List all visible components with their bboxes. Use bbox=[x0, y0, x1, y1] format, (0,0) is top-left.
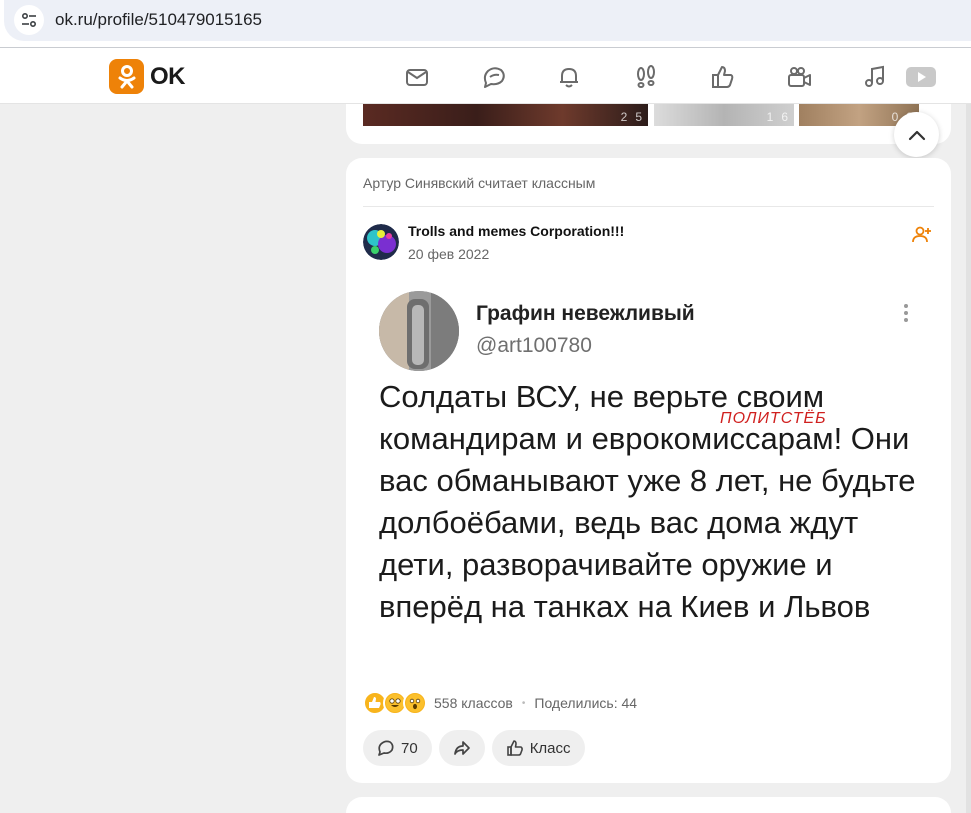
like-label: Класс bbox=[529, 739, 571, 757]
likes-count[interactable]: 558 классов bbox=[434, 695, 513, 711]
post-actions: 70 Класс bbox=[363, 730, 585, 766]
footprints-icon[interactable] bbox=[633, 64, 659, 90]
separator-dot: • bbox=[521, 697, 526, 709]
scroll-to-top-button[interactable] bbox=[894, 112, 939, 157]
reaction-emojis[interactable] bbox=[363, 691, 427, 715]
comment-count: 2 bbox=[620, 110, 628, 124]
comment-count: 1 bbox=[766, 110, 774, 124]
shares-count[interactable]: Поделились: 44 bbox=[534, 695, 637, 711]
activity-caption[interactable]: Артур Синявский считает классным bbox=[363, 175, 595, 191]
url-text[interactable]: ok.ru/profile/510479015165 bbox=[55, 10, 262, 30]
post-date[interactable]: 20 фев 2022 bbox=[408, 246, 489, 262]
share-icon bbox=[453, 741, 470, 755]
tweet-author-handle: @art100780 bbox=[476, 334, 592, 357]
share-button[interactable] bbox=[438, 730, 485, 766]
post-image[interactable]: Графин невежливый @art100780 Солдаты ВСУ… bbox=[363, 278, 933, 678]
thumbs-up-icon bbox=[506, 740, 523, 756]
previous-post-card: 2 5 1 6 0 3 bbox=[346, 104, 951, 144]
like-icon[interactable] bbox=[710, 64, 736, 90]
like-button[interactable]: Класс bbox=[491, 730, 585, 766]
like-count: 6 bbox=[781, 110, 788, 124]
photo-thumbnail[interactable]: 2 5 bbox=[363, 104, 648, 126]
logo-text: OK bbox=[150, 62, 186, 90]
music-icon[interactable] bbox=[862, 64, 888, 90]
comments-count: 70 bbox=[401, 739, 418, 757]
thumb-stats: 1 6 bbox=[767, 110, 788, 124]
wow-emoji-icon bbox=[403, 691, 427, 715]
video-play-icon[interactable] bbox=[906, 64, 936, 90]
mail-icon[interactable] bbox=[404, 64, 430, 90]
ok-logo[interactable]: OK bbox=[109, 59, 186, 94]
group-name-link[interactable]: Trolls and memes Corporation!!! bbox=[408, 223, 624, 239]
next-post-card bbox=[346, 797, 951, 813]
tweet-text: Солдаты ВСУ, не верьте своим командирам … bbox=[379, 379, 916, 624]
browser-address-bar: ok.ru/profile/510479015165 bbox=[0, 0, 971, 48]
right-panel-edge bbox=[966, 104, 971, 813]
site-settings-icon[interactable] bbox=[14, 5, 44, 35]
video-camera-icon[interactable] bbox=[786, 64, 812, 90]
comment-icon bbox=[378, 740, 394, 756]
feed-post-card: Артур Синявский считает классным Trolls … bbox=[346, 158, 951, 783]
tweet-author-name: Графин невежливый bbox=[476, 302, 695, 325]
photo-thumbnail[interactable]: 1 6 bbox=[654, 104, 794, 126]
more-options-icon bbox=[903, 302, 909, 324]
chevron-up-icon bbox=[908, 130, 925, 140]
site-header: OK bbox=[0, 48, 971, 104]
comments-button[interactable]: 70 bbox=[363, 730, 432, 766]
tweet-author-avatar bbox=[379, 291, 459, 371]
divider bbox=[363, 206, 934, 207]
reactions-row: 558 классов • Поделились: 44 bbox=[363, 691, 637, 715]
join-group-icon[interactable] bbox=[912, 225, 932, 245]
thumb-stats: 2 5 bbox=[621, 110, 642, 124]
group-avatar[interactable] bbox=[363, 224, 399, 260]
ok-logo-icon bbox=[109, 59, 144, 94]
like-count: 5 bbox=[635, 110, 642, 124]
url-box[interactable]: ok.ru/profile/510479015165 bbox=[4, 0, 971, 41]
watermark: ПОЛИТСТЁБ bbox=[720, 410, 827, 427]
chat-icon[interactable] bbox=[481, 64, 507, 90]
bell-icon[interactable] bbox=[556, 64, 582, 90]
